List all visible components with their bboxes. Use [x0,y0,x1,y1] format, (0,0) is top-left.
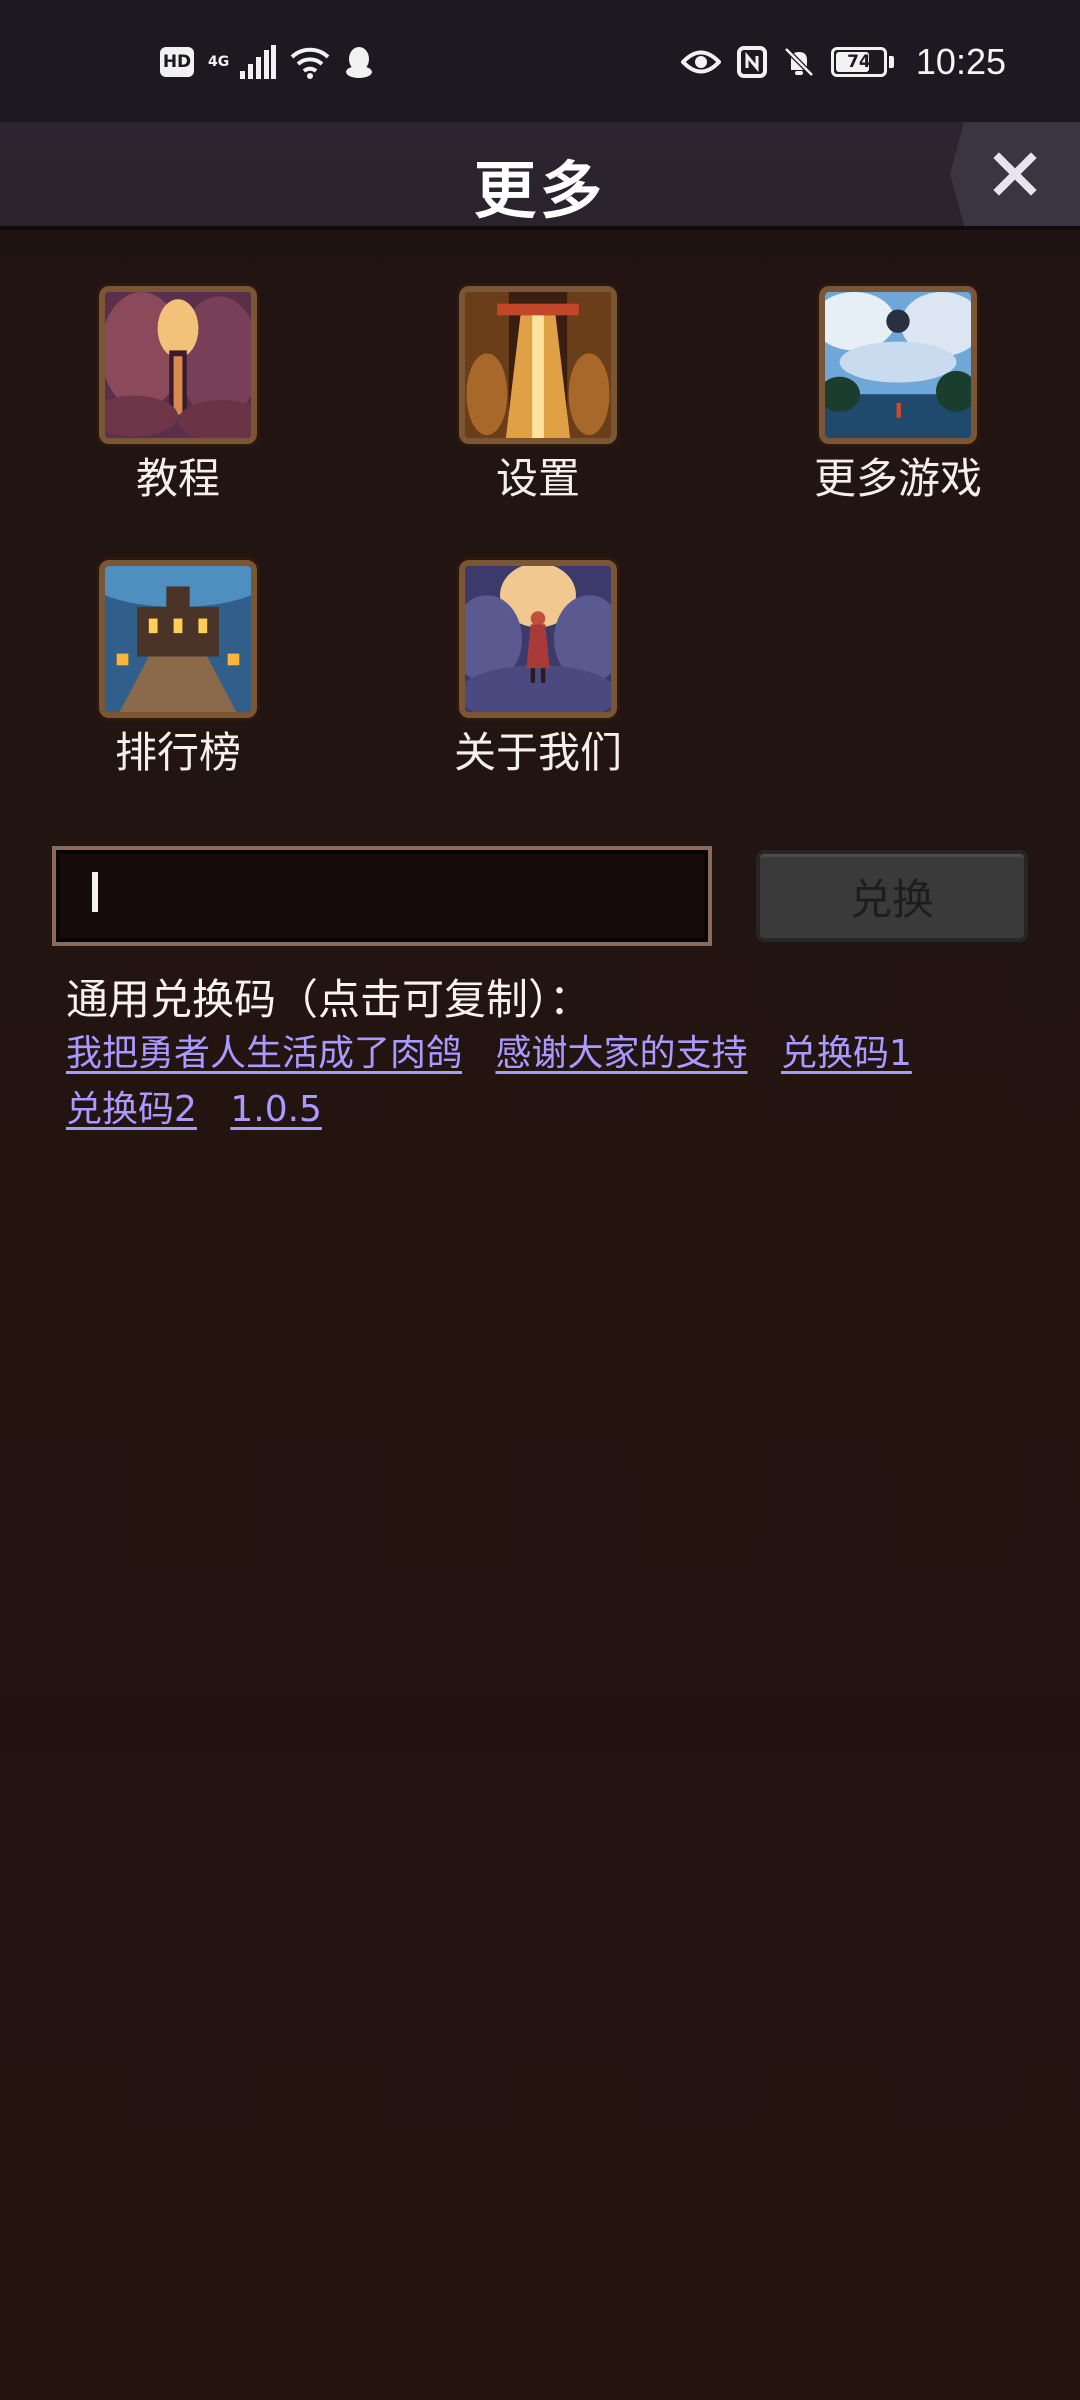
nfc-icon [736,46,767,78]
menu-item-label: 排行榜 [114,728,241,777]
hd-icon: HD [160,47,194,77]
wifi-icon [290,47,330,79]
qq-icon [346,47,372,78]
redeem-code-input[interactable] [52,846,712,946]
page-header: 更多 [0,122,1080,230]
menu-item-label: 设置 [495,454,580,503]
signal-icon [240,45,276,79]
menu-item-tutorial[interactable]: 教程 [68,286,288,506]
code-link[interactable]: 感谢大家的支持 [495,1033,747,1074]
leaderboard-icon [99,560,257,718]
more-screen: HD 4G 74 10:25 更多 教程 设置 更多游戏 排行榜 关于我们 兑换… [0,0,1080,2400]
menu-item-label: 教程 [135,454,220,503]
redeem-button[interactable]: 兑换 [756,850,1028,942]
page-title: 更多 [473,154,606,227]
about-us-icon [459,560,617,718]
menu-item-label: 更多游戏 [813,454,982,503]
close-icon [993,152,1037,196]
status-bar: HD 4G 74 10:25 [0,0,1080,122]
code-link[interactable]: 兑换码1 [781,1033,912,1074]
eye-icon [680,50,721,74]
codes-heading: 通用兑换码（点击可复制）： [66,975,592,1024]
battery-icon: 74 [830,47,887,77]
close-button[interactable] [950,122,1080,226]
menu-item-more-games[interactable]: 更多游戏 [788,286,1008,506]
code-link[interactable]: 1.0.5 [230,1089,322,1130]
menu-item-leaderboard[interactable]: 排行榜 [68,560,288,780]
bell-muted-icon [784,47,814,77]
menu-item-about-us[interactable]: 关于我们 [428,560,648,780]
code-link[interactable]: 我把勇者人生活成了肉鸽 [66,1033,462,1074]
menu-item-settings[interactable]: 设置 [428,286,648,506]
codes-list: 我把勇者人生活成了肉鸽 感谢大家的支持 兑换码1 兑换码2 1.0.5 [66,1026,966,1138]
text-cursor [92,872,98,912]
status-time: 10:25 [915,41,1006,82]
network-type-label: 4G [208,54,230,70]
code-link[interactable]: 兑换码2 [66,1089,197,1130]
tutorial-icon [99,286,257,444]
more-games-icon [819,286,977,444]
battery-level-text: 74 [847,52,871,72]
settings-icon [459,286,617,444]
menu-item-label: 关于我们 [453,728,622,777]
